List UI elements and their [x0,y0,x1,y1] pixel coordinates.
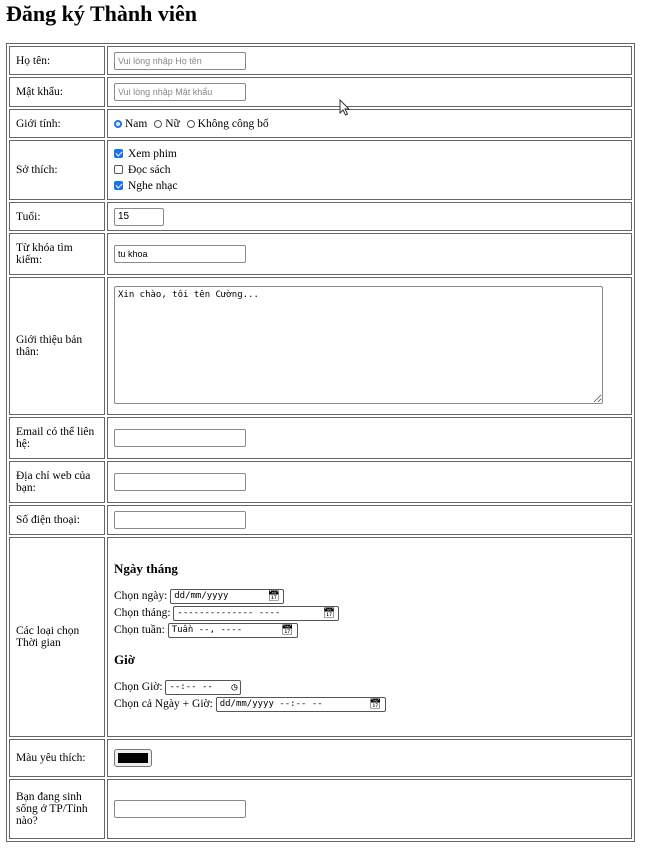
bio-textarea[interactable]: Xin chào, tôi tên Cường... [114,285,603,404]
password-label: Mật khẩu: [9,77,105,107]
calendar-icon[interactable]: 📅︎ [323,608,336,619]
gender-label: Giới tính: [9,109,105,138]
gender-radio-nam[interactable] [114,119,122,128]
hobby-label: Xem phim [128,148,177,160]
hobby-checkbox-doc-sach[interactable] [114,165,123,174]
age-label: Tuổi: [9,202,105,231]
age-input[interactable] [114,207,164,226]
hobby-label: Đọc sách [128,164,171,176]
password-input[interactable] [114,83,246,101]
clock-icon[interactable]: ◷ [231,682,237,693]
row-website: Địa chỉ web của bạn: [9,461,632,503]
hobby-checkbox-nghe-nhac[interactable] [114,181,123,190]
datetime-label: Chọn cả Ngày + Giờ: [114,697,213,710]
row-color: Màu yêu thích: [9,739,632,777]
email-input[interactable] [114,429,246,447]
calendar-icon[interactable]: 📅︎ [281,625,294,636]
page-title: Đăng ký Thành viên [6,1,197,26]
keyword-input[interactable] [114,245,246,263]
date-input[interactable]: dd/mm/yyyy 📅︎ [170,588,285,604]
name-input[interactable] [114,51,246,70]
time-input-label: Chọn Giờ: [114,680,163,693]
hobby-item: Xem phim [114,146,625,162]
hobbies-label: Sở thích: [9,140,105,200]
row-hobbies: Sở thích: Xem phim Đọc sách Nghe nhạc [9,140,632,200]
row-age: Tuổi: [9,202,632,231]
hobby-checkbox-xem-phim[interactable] [114,149,123,158]
time-heading: Giờ [114,651,135,667]
gender-radio-nu[interactable] [154,119,163,128]
city-label: Bạn đang sinh sống ở TP/Tỉnh nào? [9,779,105,839]
gender-option-label: Nam [125,117,148,130]
email-label: Email có thể liên hệ: [9,417,105,459]
color-swatch [118,753,148,763]
datetime-input[interactable]: dd/mm/yyyy --:-- -- 📅︎ [215,696,386,712]
gender-option-label: Nữ [165,117,180,130]
city-input[interactable] [114,800,246,818]
gender-options: Nam Nữ Không công bố [107,109,632,138]
month-label: Chọn tháng: [114,606,171,619]
row-name: Họ tên: [9,46,632,75]
color-picker[interactable] [114,749,152,767]
calendar-icon[interactable]: 📅︎ [369,699,382,710]
hobby-label: Nghe nhạc [128,180,178,192]
website-input[interactable] [114,473,246,491]
hobbies-options: Xem phim Đọc sách Nghe nhạc [107,140,632,200]
time-label: Các loại chọn Thời gian [9,537,105,737]
row-city: Bạn đang sinh sống ở TP/Tỉnh nào? [9,779,632,839]
date-heading: Ngày tháng [114,560,178,576]
row-bio: Giới thiệu bản thân: Xin chào, tôi tên C… [9,277,632,415]
row-password: Mật khẩu: [9,77,632,107]
row-phone: Số điện thoại: [9,505,632,535]
week-label: Chọn tuần: [114,623,165,636]
hobby-item: Nghe nhạc [114,178,625,194]
gender-option-label: Không công bố [197,117,269,130]
week-input[interactable]: Tuần --, ---- 📅︎ [167,622,298,638]
calendar-icon[interactable]: 📅︎ [268,591,281,602]
hobby-item: Đọc sách [114,162,625,178]
name-label: Họ tên: [9,46,105,75]
gender-radio-undisclosed[interactable] [186,119,195,128]
date-label: Chọn ngày: [114,589,168,602]
color-label: Màu yêu thích: [9,739,105,777]
keyword-label: Từ khóa tìm kiếm: [9,233,105,275]
phone-label: Số điện thoại: [9,505,105,535]
row-keyword: Từ khóa tìm kiếm: [9,233,632,275]
row-time: Các loại chọn Thời gian Ngày tháng Chọn … [9,537,632,737]
registration-form: Họ tên: Mật khẩu: Giới tính: Nam Nữ Khôn… [6,43,635,842]
time-section: Ngày tháng Chọn ngày: dd/mm/yyyy 📅︎ Chọn … [107,537,632,737]
phone-input[interactable] [114,511,246,529]
website-label: Địa chỉ web của bạn: [9,461,105,503]
time-input[interactable]: --:-- -- ◷ [165,679,242,695]
row-gender: Giới tính: Nam Nữ Không công bố [9,109,632,138]
bio-label: Giới thiệu bản thân: [9,277,105,415]
mouse-cursor-icon [339,99,351,116]
month-input[interactable]: -------------- ---- 📅︎ [173,605,340,621]
row-email: Email có thể liên hệ: [9,417,632,459]
